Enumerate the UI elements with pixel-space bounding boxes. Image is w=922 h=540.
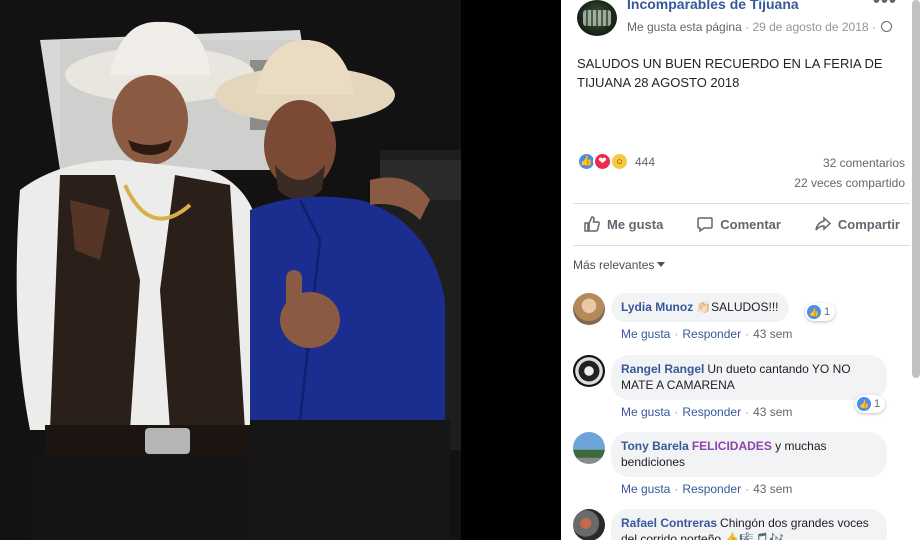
commenter-avatar[interactable]	[573, 432, 605, 464]
comment-mention[interactable]: FELICIDADES	[692, 439, 772, 453]
comment-icon	[697, 217, 714, 233]
commenter-name[interactable]: Tony Barela	[621, 439, 689, 453]
more-options-icon[interactable]: •••	[873, 0, 897, 13]
separator: ·	[674, 327, 679, 341]
thumbs-up-icon	[584, 216, 600, 232]
sort-label: Más relevantes	[573, 258, 655, 272]
commenter-name[interactable]: Lydia Munoz	[621, 300, 693, 314]
meta-separator-2: ·	[871, 20, 876, 34]
commenter-avatar[interactable]	[573, 355, 605, 387]
page-avatar[interactable]	[577, 0, 617, 36]
commenter-name[interactable]: Rafael Contreras	[621, 516, 717, 530]
comment-like-count: 1	[874, 398, 881, 410]
post-meta: Me gusta esta página · 29 de agosto de 2…	[627, 20, 893, 34]
caret-down-icon	[657, 262, 666, 267]
like-reaction-icon: 👍	[857, 397, 871, 411]
comment-button-label: Comentar	[720, 216, 781, 232]
share-icon	[815, 216, 831, 231]
photo-illustration	[0, 0, 461, 540]
comment-bubble: Lydia Munoz 👏🏻SALUDOS!!!	[611, 293, 789, 322]
share-button-label: Compartir	[837, 216, 900, 232]
comment-reaction-badge[interactable]: 👍 1	[855, 395, 886, 413]
post-text: SALUDOS UN BUEN RECUERDO EN LA FERIA DE …	[577, 56, 883, 90]
comment-reaction-badge[interactable]: 👍 1	[805, 303, 836, 321]
wow-reaction-icon: ○	[610, 152, 629, 171]
comment-time[interactable]: 43 sem	[753, 327, 792, 341]
like-reaction-icon: 👍	[807, 305, 821, 319]
commenter-avatar[interactable]	[573, 509, 605, 540]
reaction-count: 444	[635, 155, 656, 169]
post-date[interactable]: 29 de agosto de 2018	[752, 20, 868, 34]
comment-bubble: Rafael Contreras Chingón dos grandes voce…	[611, 509, 887, 540]
divider	[573, 203, 910, 204]
comment-like-count: 1	[824, 306, 831, 318]
commenter-avatar[interactable]	[573, 293, 605, 325]
separator: ·	[745, 482, 750, 496]
comment-actions: Me gusta · Responder · 43 sem	[621, 482, 792, 496]
comment-time[interactable]: 43 sem	[753, 405, 792, 419]
comment-reply-link[interactable]: Responder	[682, 327, 741, 341]
divider-2	[573, 245, 910, 246]
comment-like-link[interactable]: Me gusta	[621, 327, 670, 341]
comment-reply-link[interactable]: Responder	[682, 405, 741, 419]
commenter-name[interactable]: Rangel Rangel	[621, 362, 704, 376]
post-actions: Me gusta Comentar Compartir	[573, 206, 910, 242]
comment-like-link[interactable]: Me gusta	[621, 482, 670, 496]
like-page-link[interactable]: Me gusta esta página	[627, 20, 742, 34]
comment-time[interactable]: 43 sem	[753, 482, 792, 496]
shares-count-link[interactable]: 22 veces compartido	[794, 176, 905, 190]
comment-button[interactable]: Comentar	[686, 206, 791, 242]
share-button[interactable]: Compartir	[804, 206, 910, 242]
comment-actions: Me gusta · Responder · 43 sem	[621, 327, 792, 341]
separator: ·	[745, 405, 750, 419]
scrollbar[interactable]	[912, 0, 920, 378]
separator: ·	[674, 482, 679, 496]
like-button[interactable]: Me gusta	[573, 206, 673, 242]
comment-reply-link[interactable]: Responder	[682, 482, 741, 496]
comment-actions: Me gusta · Responder · 43 sem	[621, 405, 792, 419]
post-header: Incomparables de Tijuana Me gusta esta p…	[577, 0, 907, 40]
separator: ·	[745, 327, 750, 341]
comment-text: 👏🏻SALUDOS!!!	[696, 300, 779, 314]
comment-like-link[interactable]: Me gusta	[621, 405, 670, 419]
photo-viewer	[0, 0, 561, 540]
comment-bubble: Rangel Rangel Un dueto cantando YO NO MAT…	[611, 355, 887, 400]
comment-sort-dropdown[interactable]: Más relevantes	[573, 258, 666, 272]
meta-separator: ·	[745, 20, 750, 34]
post-side-panel: Incomparables de Tijuana Me gusta esta p…	[561, 0, 922, 540]
post-photo[interactable]	[0, 0, 461, 540]
comments-count-link[interactable]: 32 comentarios	[823, 156, 905, 170]
separator: ·	[674, 405, 679, 419]
comment-bubble: Tony Barela FELICIDADES y muchas bendicio…	[611, 432, 887, 477]
globe-icon	[881, 21, 893, 32]
like-button-label: Me gusta	[607, 216, 664, 232]
page-name-link[interactable]: Incomparables de Tijuana	[627, 0, 799, 12]
